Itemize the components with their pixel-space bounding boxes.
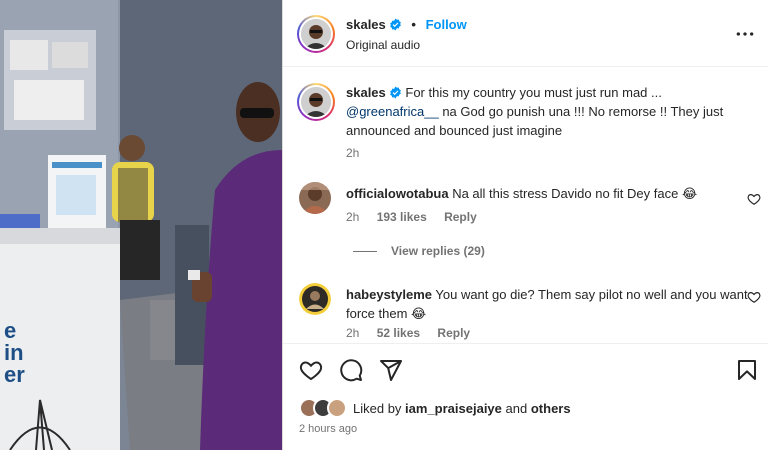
- author-avatar[interactable]: [297, 15, 335, 53]
- comment-time[interactable]: 2h: [346, 210, 359, 224]
- liked-by-avatars[interactable]: [299, 398, 351, 418]
- post-header: skales • Follow Original audio: [283, 0, 768, 67]
- verified-badge-icon: [389, 18, 401, 31]
- follow-button[interactable]: Follow: [426, 17, 467, 32]
- comment-text: habeystyleme You want go die? Them say p…: [346, 285, 756, 323]
- comment-reply-button[interactable]: Reply: [444, 210, 477, 224]
- commenter-avatar[interactable]: [299, 182, 331, 214]
- comment-body: Na all this stress Davido no fit Dey fac…: [452, 186, 698, 201]
- video-overlay-text-3: er: [4, 362, 25, 387]
- comment-username[interactable]: habeystyleme: [346, 287, 432, 302]
- comment-meta: 2h 52 likes Reply: [346, 326, 484, 340]
- post-actions: Liked by iam_praisejaiye and others 2 ho…: [283, 343, 768, 447]
- caption-avatar[interactable]: [297, 83, 335, 121]
- liked-by-prefix: Liked by: [353, 400, 402, 416]
- commenter-avatar-image: [299, 182, 331, 214]
- liked-by-others[interactable]: others: [531, 401, 571, 416]
- caption-mention-link[interactable]: @greenafrica__: [346, 104, 439, 119]
- comment-item: habeystyleme You want go die? Them say p…: [283, 283, 768, 343]
- caption-text-part1: For this my country you must just run ma…: [405, 85, 662, 100]
- audio-label[interactable]: Original audio: [346, 38, 420, 52]
- like-heart-icon[interactable]: [299, 358, 323, 382]
- comment-meta: 2h 193 likes Reply: [346, 210, 491, 224]
- video-scene: [0, 0, 282, 450]
- view-replies-line: [353, 251, 377, 253]
- more-options-icon[interactable]: [735, 24, 755, 44]
- view-replies-label: View replies (29): [391, 244, 485, 258]
- caption: skales For this my country you must just…: [283, 83, 768, 163]
- comment-like-heart-icon[interactable]: [747, 192, 761, 206]
- view-replies-button[interactable]: View replies (29): [353, 244, 485, 258]
- post-time-ago[interactable]: 2 hours ago: [299, 423, 357, 435]
- likes-summary: Liked by iam_praisejaiye and others: [299, 398, 571, 420]
- post-panel: skales • Follow Original audio skales Fo…: [282, 0, 768, 450]
- liked-by-user[interactable]: iam_praisejaiye: [405, 401, 502, 416]
- share-icon[interactable]: [379, 358, 403, 382]
- liked-by-text: Liked by iam_praisejaiye and others: [353, 401, 571, 416]
- separator-dot: •: [411, 17, 416, 32]
- commenter-avatar-image: [299, 283, 331, 315]
- liked-by-joiner: and: [505, 400, 528, 416]
- caption-meta: 2h: [346, 146, 373, 160]
- caption-username[interactable]: skales: [346, 85, 386, 100]
- comment-text: officialowotabua Na all this stress Davi…: [346, 184, 756, 203]
- comment-likes[interactable]: 52 likes: [377, 326, 420, 340]
- caption-text: skales For this my country you must just…: [346, 83, 756, 140]
- comment-reply-button[interactable]: Reply: [437, 326, 470, 340]
- author-avatar-image: [301, 19, 331, 49]
- bookmark-icon[interactable]: [735, 358, 759, 382]
- caption-avatar-image: [301, 87, 331, 117]
- comment-icon[interactable]: [339, 358, 363, 382]
- comment-like-heart-icon[interactable]: [747, 290, 761, 304]
- verified-badge-icon: [389, 86, 401, 99]
- video-frame[interactable]: e in er: [0, 0, 282, 450]
- comment-username[interactable]: officialowotabua: [346, 186, 449, 201]
- caption-time[interactable]: 2h: [346, 146, 359, 160]
- comment-time[interactable]: 2h: [346, 326, 359, 340]
- comment-likes[interactable]: 193 likes: [377, 210, 427, 224]
- commenter-avatar[interactable]: [299, 283, 331, 315]
- author-username[interactable]: skales: [346, 17, 386, 32]
